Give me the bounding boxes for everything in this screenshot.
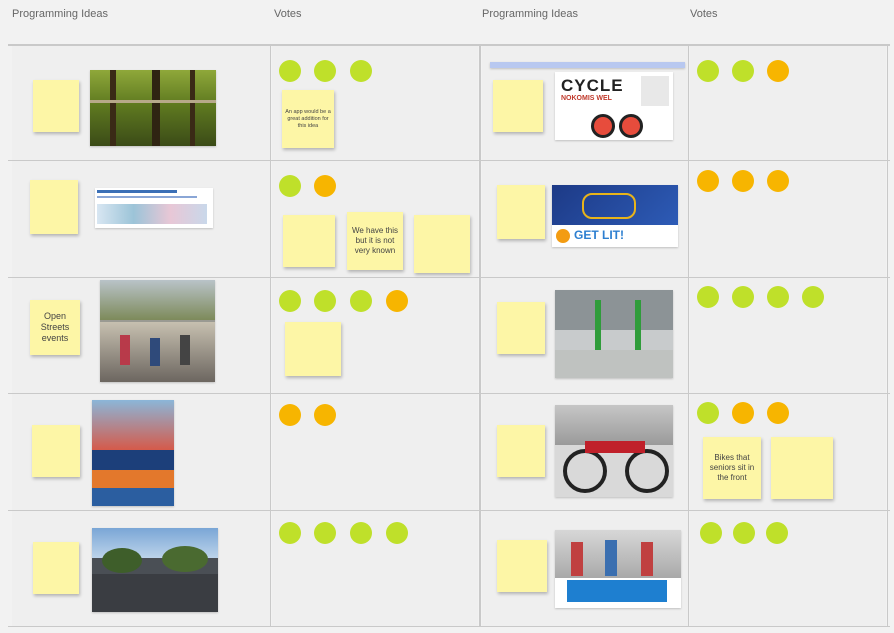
vote-dot	[732, 286, 754, 308]
vote-dot	[279, 60, 301, 82]
vote-comment-note[interactable]: We have this but it is not very known	[347, 212, 403, 270]
vote-comment-note[interactable]	[771, 437, 833, 499]
red-tricycle-photo	[555, 405, 673, 497]
vote-dot	[386, 522, 408, 544]
grid-line	[8, 510, 890, 511]
voting-board: Programming Ideas Votes Programming Idea…	[0, 0, 894, 633]
idea-note[interactable]	[30, 180, 78, 234]
vote-dot	[767, 402, 789, 424]
idea-note[interactable]	[33, 80, 79, 132]
idea-note[interactable]	[493, 80, 543, 132]
header-programming-ideas-2: Programming Ideas	[482, 8, 578, 20]
transit-infographic-image	[95, 188, 213, 228]
poster-title: GET LIT!	[574, 228, 624, 242]
grid-line	[887, 44, 888, 627]
vote-dot	[767, 60, 789, 82]
grid-line	[8, 393, 890, 394]
vote-dot	[732, 60, 754, 82]
grid-line	[8, 44, 890, 46]
vote-dot	[697, 402, 719, 424]
idea-note[interactable]	[33, 542, 79, 594]
vote-dot	[700, 522, 722, 544]
idea-note[interactable]	[497, 425, 545, 477]
idea-note[interactable]	[497, 302, 545, 354]
vote-dot	[767, 286, 789, 308]
vote-comment-note[interactable]	[285, 322, 341, 376]
vote-dot	[279, 175, 301, 197]
vote-comment-note[interactable]: An app would be a great addition for thi…	[282, 90, 334, 148]
vote-dot	[802, 286, 824, 308]
vote-dot	[697, 60, 719, 82]
grid-line	[8, 626, 890, 627]
vote-dot	[350, 60, 372, 82]
idea-note[interactable]	[32, 425, 80, 477]
vote-dot	[350, 290, 372, 312]
vote-dot	[350, 522, 372, 544]
grid-line	[479, 44, 481, 627]
vote-dot	[766, 522, 788, 544]
header-votes-2: Votes	[690, 8, 718, 20]
vote-dot	[733, 522, 755, 544]
get-lit-poster-image: GET LIT!	[552, 185, 678, 247]
poster-title: CYCLE	[561, 76, 624, 95]
vote-dot	[314, 290, 336, 312]
vote-dot	[697, 286, 719, 308]
vote-dot	[279, 522, 301, 544]
idea-note[interactable]: Open Streets events	[30, 300, 80, 355]
idea-note[interactable]	[497, 185, 545, 239]
vote-dot	[314, 175, 336, 197]
open-streets-photo	[100, 280, 215, 382]
bike-rack-photo	[555, 290, 673, 378]
grid-line	[8, 277, 890, 278]
cycle-poster-image: CYCLE NOKOMIS WEL	[555, 72, 673, 140]
group-bike-photo	[555, 530, 681, 608]
vote-dot	[314, 60, 336, 82]
link-banner	[490, 62, 685, 68]
vote-comment-note[interactable]	[283, 215, 335, 267]
vote-dot	[697, 170, 719, 192]
forest-trail-image	[90, 70, 216, 146]
grid-line	[270, 44, 271, 627]
grid-line	[8, 160, 890, 161]
idea-note[interactable]	[497, 540, 547, 592]
vote-dot	[314, 404, 336, 426]
vote-dot	[732, 402, 754, 424]
vote-dot	[732, 170, 754, 192]
vote-dot	[279, 404, 301, 426]
vote-dot	[767, 170, 789, 192]
vote-comment-note[interactable]: Bikes that seniors sit in the front	[703, 437, 761, 499]
grid-line	[688, 44, 689, 627]
vote-dot	[279, 290, 301, 312]
vote-comment-note[interactable]	[414, 215, 470, 273]
poster-subtitle: NOKOMIS WEL	[561, 95, 612, 102]
header-programming-ideas-1: Programming Ideas	[12, 8, 108, 20]
vote-dot	[314, 522, 336, 544]
vote-dot	[386, 290, 408, 312]
header-votes-1: Votes	[274, 8, 302, 20]
street-event-photo	[92, 528, 218, 612]
event-flyer-image	[92, 400, 174, 506]
